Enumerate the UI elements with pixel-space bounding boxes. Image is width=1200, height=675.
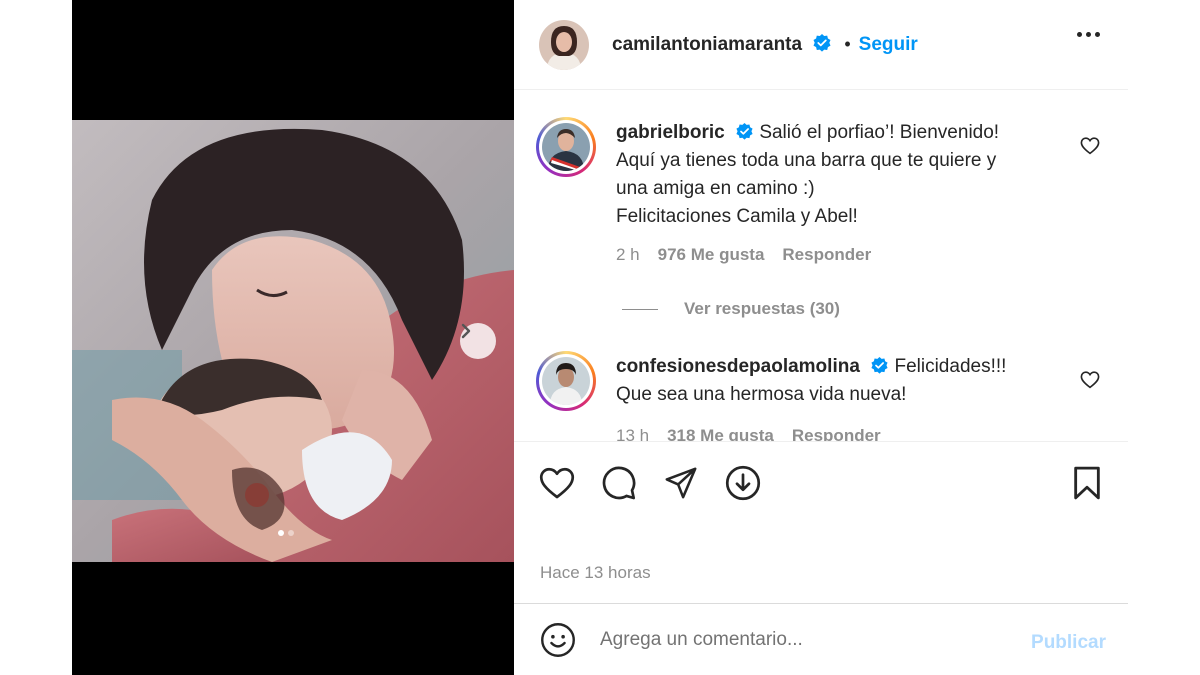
comment-username[interactable]: confesionesdepaolamolina [616,356,860,377]
bookmark-icon [1074,466,1100,500]
comment-button[interactable] [600,464,638,502]
emoji-icon [541,622,575,657]
more-options-button[interactable] [1077,32,1100,37]
post-media [72,0,514,675]
photo-illustration [72,120,514,562]
author-avatar[interactable] [539,19,589,70]
comment-meta: 13 h 318 Me gusta Responder [616,426,881,441]
carousel-next-button[interactable] [460,323,496,359]
carousel-dot [288,530,294,536]
header-separator: • [844,34,851,54]
follow-button[interactable]: Seguir [859,34,918,56]
save-icon [725,465,761,501]
commenter-avatar-image [542,357,590,405]
post-actions [538,464,762,502]
comment-likes[interactable]: 976 Me gusta [658,245,765,265]
more-icon [1086,32,1091,37]
comment-like-heart-icon[interactable] [1080,371,1100,389]
save-to-device-button[interactable] [724,464,762,502]
comment-line: Felicidades!!! [894,356,1007,377]
author-username[interactable]: camilantoniamaranta [612,33,832,56]
comment-likes[interactable]: 318 Me gusta [667,426,774,441]
reply-button[interactable]: Responder [792,426,881,441]
share-icon [665,467,697,499]
reply-button[interactable]: Responder [782,245,871,265]
comment-icon [602,466,636,500]
comment-line: Que sea una hermosa vida nueva! [616,384,907,405]
carousel-dot-active [278,530,284,536]
carousel-indicator [278,530,294,536]
like-button[interactable] [538,464,576,502]
more-icon [1095,32,1100,37]
comment-text: gabrielboric Salió el porfiao’! Bienveni… [616,119,1066,231]
comment-meta: 2 h 976 Me gusta Responder [616,245,871,265]
bookmark-button[interactable] [1068,464,1106,502]
commenter-avatar[interactable] [542,123,590,171]
more-icon [1077,32,1082,37]
author-avatar-image [539,19,589,70]
view-replies-label[interactable]: Ver respuestas (30) [684,299,840,319]
view-replies-button[interactable]: Ver respuestas (30) [622,299,840,319]
comment-time[interactable]: 2 h [616,245,640,265]
commenter-avatar-image [542,123,590,171]
comment-username[interactable]: gabrielboric [616,122,725,143]
share-button[interactable] [662,464,700,502]
verified-icon [813,34,831,52]
post-timestamp[interactable]: Hace 13 horas [540,563,651,583]
author-username-text[interactable]: camilantoniamaranta [612,34,802,55]
comment-item: confesionesdepaolamolina Felicidades!!! … [536,351,1106,441]
post-actions-section: Hace 13 horas [514,441,1128,603]
chevron-right-icon [461,323,471,339]
commenter-avatar-ring[interactable] [536,351,596,411]
comment-time[interactable]: 13 h [616,426,649,441]
comment-line: Aquí ya tienes toda una barra que te qui… [616,150,997,171]
commenter-avatar-ring[interactable] [536,117,596,177]
comment-line: una amiga en camino :) [616,178,815,199]
comment-line: Salió el porfiao’! Bienvenido! [759,122,1000,143]
comment-line: Felicitaciones Camila y Abel! [616,206,858,227]
replies-divider-line [622,308,658,310]
post-side-panel: camilantoniamaranta • Seguir gabrielbori… [514,0,1128,675]
comment-input[interactable] [600,628,1000,651]
verified-icon [871,356,888,374]
comment-text: confesionesdepaolamolina Felicidades!!! … [616,353,1066,409]
post-header: camilantoniamaranta • Seguir [514,0,1128,90]
post-photo[interactable] [72,120,514,562]
comments-list[interactable]: gabrielboric Salió el porfiao’! Bienveni… [514,91,1128,441]
publish-button[interactable]: Publicar [1031,632,1106,654]
heart-icon [539,467,575,498]
commenter-avatar[interactable] [542,357,590,405]
verified-icon [736,122,753,140]
comment-item: gabrielboric Salió el porfiao’! Bienveni… [536,117,1106,317]
emoji-button[interactable] [538,620,578,660]
comment-composer: Publicar [514,603,1128,675]
comment-like-heart-icon[interactable] [1080,137,1100,155]
